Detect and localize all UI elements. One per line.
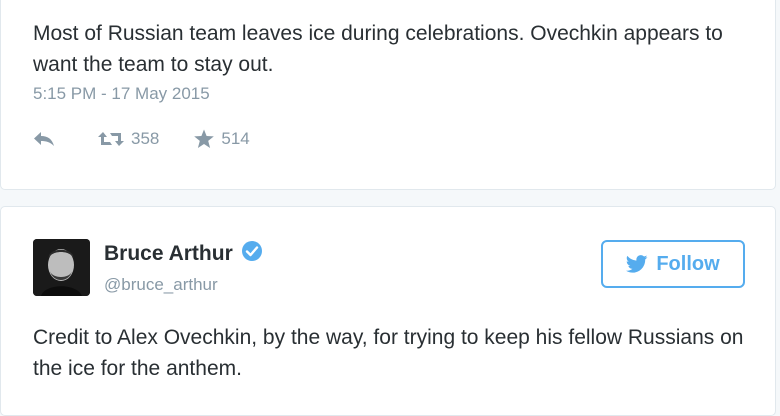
author-name-row: Bruce Arthur xyxy=(104,240,263,267)
tweet-card: Bruce Arthur @bruce_arthur Follow Credit… xyxy=(0,206,776,416)
reply-button[interactable] xyxy=(33,131,55,147)
star-icon xyxy=(193,129,215,149)
author-name[interactable]: Bruce Arthur xyxy=(104,242,233,266)
retweet-icon xyxy=(97,130,125,148)
favorite-button[interactable]: 514 xyxy=(193,129,250,149)
verified-badge-icon xyxy=(241,240,263,267)
tweet-actions: 358 514 xyxy=(33,129,250,149)
author-handle[interactable]: @bruce_arthur xyxy=(104,275,218,295)
follow-button[interactable]: Follow xyxy=(601,240,745,288)
retweet-button[interactable]: 358 xyxy=(97,129,159,149)
twitter-bird-icon xyxy=(626,255,656,273)
tweet-text: Credit to Alex Ovechkin, by the way, for… xyxy=(33,326,744,380)
favorite-count: 514 xyxy=(221,129,250,148)
follow-label: Follow xyxy=(656,252,720,275)
retweet-count: 358 xyxy=(131,129,160,148)
avatar[interactable] xyxy=(33,239,90,296)
reply-icon xyxy=(33,131,55,147)
tweet-timestamp[interactable]: 5:15 PM - 17 May 2015 xyxy=(33,84,210,104)
tweet-text: Most of Russian team leaves ice during c… xyxy=(33,22,723,76)
tweet-card: Most of Russian team leaves ice during c… xyxy=(0,0,776,190)
